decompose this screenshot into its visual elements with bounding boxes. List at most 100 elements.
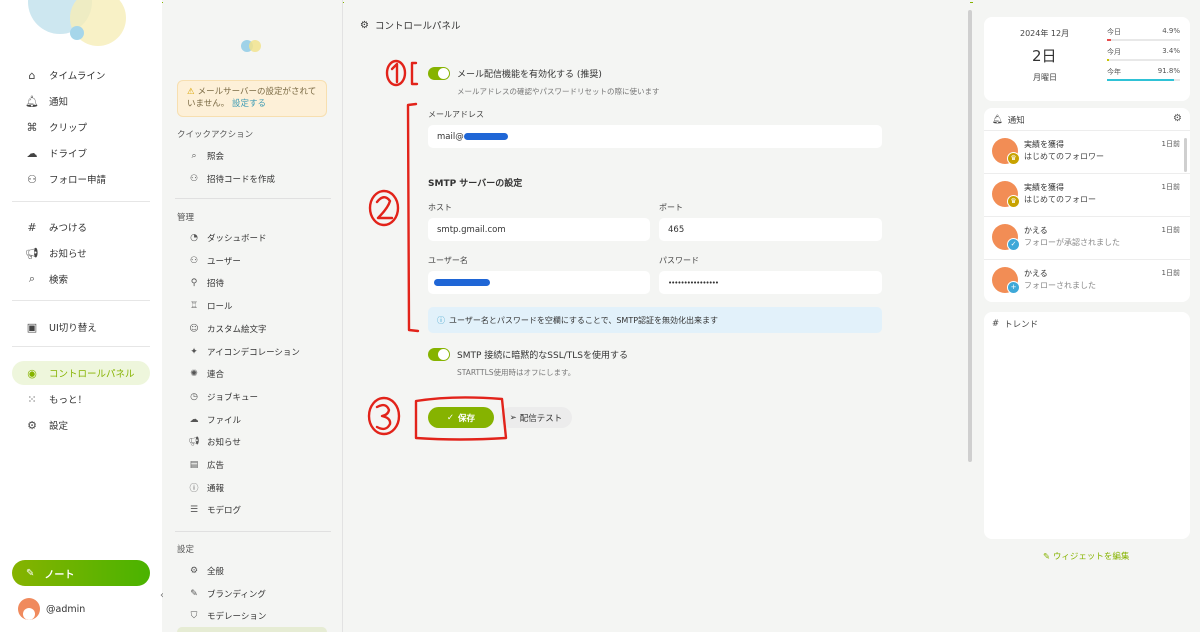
notification-title: かえる xyxy=(1024,226,1048,235)
admin-item-active[interactable] xyxy=(177,627,327,632)
info-icon: ⓘ xyxy=(437,315,445,325)
admin-item-manage[interactable]: ✺ 連合 xyxy=(187,367,224,381)
progress-label: 今日 xyxy=(1107,28,1121,36)
page-title: ⚙ コントロールパネル xyxy=(360,19,461,33)
notification-item[interactable]: ♛ 実績を獲得 はじめてのフォロワー 1日前 xyxy=(984,130,1190,173)
nav-item-cloud[interactable]: ☁ ドライブ xyxy=(12,141,150,165)
email-field[interactable]: mail@ xyxy=(428,125,882,148)
main-scrollbar[interactable] xyxy=(968,10,972,462)
ssl-caption: STARTTLS使用時はオフにします。 xyxy=(457,368,576,377)
gear-icon[interactable]: ⚙ xyxy=(1173,113,1182,124)
nav-item-grid[interactable]: ⁙ もっと！ xyxy=(12,387,150,411)
notification-item[interactable]: ♛ 実績を獲得 はじめてのフォロー 1日前 xyxy=(984,173,1190,216)
note-button[interactable]: ✎ ノート xyxy=(12,560,150,586)
edit-widgets-link[interactable]: ✎ ウィジェットを編集 xyxy=(1043,550,1129,562)
hashtag-icon: # xyxy=(992,319,1000,329)
admin-item-manage[interactable]: 📢︎ お知らせ xyxy=(187,435,241,449)
notification-title: 実績を獲得 xyxy=(1024,140,1064,149)
megaphone-icon: 📢︎ xyxy=(25,246,39,260)
nav-item-gear[interactable]: ⚙ 設定 xyxy=(12,413,150,437)
admin-item-icon: ◔ xyxy=(190,233,198,243)
admin-item-label: 照会 xyxy=(207,152,225,162)
nav-item-device[interactable]: ▣ UI切り替え xyxy=(12,315,150,339)
admin-item-icon: ⛉ xyxy=(190,611,198,621)
nav-item-gauge[interactable]: ◉ コントロールパネル xyxy=(12,361,150,385)
admin-item-manage[interactable]: ☺ カスタム絵文字 xyxy=(187,322,266,336)
admin-item-manage[interactable]: ☁ ファイル xyxy=(187,413,242,427)
nav-item-user-plus[interactable]: ⚇ フォロー申請 xyxy=(12,167,150,191)
account-button[interactable]: @admin xyxy=(18,598,85,620)
setup-link[interactable]: 設定する xyxy=(232,99,266,109)
admin-item-label: アイコンデコレーション xyxy=(207,347,300,358)
admin-item-settings[interactable]: ⛉ モデレーション xyxy=(187,609,267,623)
admin-item-manage[interactable]: ✦ アイコンデコレーション xyxy=(187,345,300,359)
admin-item-quick[interactable]: ⌕ 照会 xyxy=(187,149,224,163)
progress-bar xyxy=(1107,79,1180,81)
admin-item-settings[interactable]: ✎ ブランディング xyxy=(187,587,266,601)
admin-item-settings[interactable]: ⚙ 全般 xyxy=(187,564,224,578)
admin-item-icon: ⚲ xyxy=(190,278,198,289)
notification-item[interactable]: + かえる フォローされました 1日前 xyxy=(984,259,1190,302)
progress-label: 今月 xyxy=(1107,48,1121,56)
trends-widget: # トレンド xyxy=(984,312,1190,539)
nav-item-hashtag[interactable]: # みつける xyxy=(12,215,150,239)
host-field[interactable]: smtp.gmail.com xyxy=(428,218,650,241)
smtp-section-title: SMTP サーバーの設定 xyxy=(428,179,523,189)
admin-item-manage[interactable]: ◔ ダッシュボード xyxy=(187,231,267,245)
admin-item-manage[interactable]: ⚲ 招待 xyxy=(187,276,224,290)
admin-item-manage[interactable]: ◷ ジョブキュー xyxy=(187,390,258,404)
nav-item-label: タイムライン xyxy=(49,71,106,82)
admin-item-manage[interactable]: ⚇ ユーザー xyxy=(187,254,241,268)
widgets-column: 2024年 12月 2日 月曜日 今日 4.9% 今月 3.4% 今年 91.8% 🔔︎ … xyxy=(973,0,1200,632)
nav-item-label: 通知 xyxy=(49,97,69,108)
bell-icon: 🔔︎ xyxy=(992,115,1003,125)
admin-item-label: お知らせ xyxy=(207,438,241,449)
progress-label: 今年 xyxy=(1107,68,1121,76)
nav-item-bell[interactable]: 🔔︎ 通知 xyxy=(12,89,150,113)
notification-text: はじめてのフォロワー xyxy=(1024,152,1104,161)
nav-item-megaphone[interactable]: 📢︎ お知らせ xyxy=(12,241,150,265)
admin-item-label: 招待コードを作成 xyxy=(207,175,276,185)
send-test-button[interactable]: ➢ 配信テスト xyxy=(500,407,572,428)
save-button[interactable]: ✓ 保存 xyxy=(428,407,494,428)
admin-item-manage[interactable]: ▤ 広告 xyxy=(187,458,224,472)
email-enable-toggle[interactable] xyxy=(428,67,450,80)
trophy-icon: ♛ xyxy=(1007,152,1020,165)
trophy-icon: ♛ xyxy=(1007,195,1020,208)
admin-item-label: モデログ xyxy=(207,506,242,517)
username-label: ユーザー名 xyxy=(428,256,468,265)
port-field[interactable]: 465 xyxy=(659,218,882,241)
admin-item-manage[interactable]: ⓘ 通報 xyxy=(187,481,224,495)
admin-item-manage[interactable]: ☰ モデログ xyxy=(187,503,241,517)
admin-item-icon: ⚇ xyxy=(189,255,199,266)
admin-item-label: ダッシュボード xyxy=(207,234,267,244)
admin-item-manage[interactable]: ♖ ロール xyxy=(187,299,233,313)
nav-item-search[interactable]: ⌕ 検索 xyxy=(12,267,150,291)
plus-icon: + xyxy=(1007,281,1020,294)
admin-item-label: ロール xyxy=(207,302,233,313)
admin-item-label: モデレーション xyxy=(207,612,267,622)
email-enable-label: メール配信機能を有効化する (推奨) xyxy=(457,70,602,80)
notification-item[interactable]: ✓ かえる フォローが承認されました 1日前 xyxy=(984,216,1190,259)
account-name: @admin xyxy=(46,603,86,615)
admin-item-label: 全般 xyxy=(207,567,225,577)
username-field[interactable] xyxy=(428,271,650,294)
admin-item-label: 通報 xyxy=(207,483,225,494)
ssl-toggle[interactable] xyxy=(428,348,450,361)
notifications-scrollbar[interactable] xyxy=(1184,138,1187,172)
progress-bar xyxy=(1107,39,1180,41)
nav-item-paperclip[interactable]: ⌘ クリップ xyxy=(12,115,150,139)
password-label: パスワード xyxy=(659,256,699,265)
avatar xyxy=(18,598,40,620)
admin-item-quick[interactable]: ⚇ 招待コードを作成 xyxy=(187,172,275,186)
notifications-widget: 🔔︎ 通知 ⚙ ♛ 実績を獲得 はじめてのフォロワー 1日前 ♛ 実績を獲得 はじめてのフォ… xyxy=(984,108,1190,302)
nav-item-label: コントロールパネル xyxy=(49,369,135,380)
redaction-mark xyxy=(434,279,490,286)
check-icon: ✓ xyxy=(446,412,455,423)
admin-item-label: ブランディング xyxy=(207,589,266,600)
password-field[interactable]: •••••••••••••••• xyxy=(659,271,882,294)
cloud-icon: ☁ xyxy=(26,146,38,160)
nav-item-home[interactable]: ⌂ タイムライン xyxy=(12,63,150,87)
admin-divider xyxy=(175,198,331,199)
admin-item-icon: ✎ xyxy=(190,588,198,599)
